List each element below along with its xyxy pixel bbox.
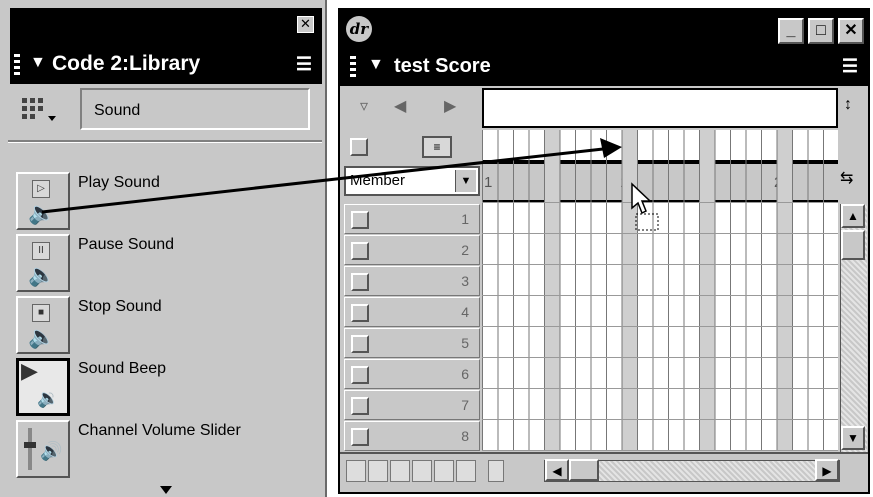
scroll-left-icon[interactable]: ◀ [545, 459, 569, 481]
sprite-channel-8[interactable]: 8 [344, 421, 480, 451]
play-sound-icon[interactable]: ▷ 🔈 [16, 172, 70, 230]
sprite-channel-3[interactable]: 3 [344, 266, 480, 296]
frame-ruler[interactable]: 1 5 10 15 20 [482, 162, 838, 202]
behavior-sound-beep[interactable]: ▶ 🔉 Sound Beep [10, 358, 322, 418]
playhead[interactable] [624, 130, 638, 160]
marker-menu-icon[interactable]: ▿ [360, 96, 368, 116]
vertical-scrollbar[interactable]: ▲ ▼ [840, 204, 867, 452]
category-select[interactable]: Sound [80, 88, 310, 130]
sprite-channel-5[interactable]: 5 [344, 328, 480, 358]
score-bottom-bar: ◀ ▶ [340, 452, 868, 488]
divider [8, 140, 322, 143]
maximize-button[interactable]: □ [808, 18, 834, 44]
color-cell[interactable] [368, 460, 388, 482]
score-nav-controls: ▿ ◀ ▶ [340, 86, 480, 130]
minimize-button[interactable]: _ [778, 18, 804, 44]
expand-channels-icon[interactable]: ↕ [844, 96, 852, 114]
view-grid-icon[interactable] [22, 98, 56, 124]
script-channel-row: ≡ [340, 130, 480, 162]
frame-number: 15 [698, 174, 715, 191]
behavior-label: Pause Sound [78, 236, 175, 253]
score-header[interactable]: ▼ test Score ☰ [340, 50, 868, 86]
pause-sound-icon[interactable]: II 🔈 [16, 234, 70, 292]
close-button[interactable]: ✕ [838, 18, 864, 44]
scroll-thumb[interactable] [841, 230, 865, 260]
dropdown-arrow-icon[interactable]: ▼ [455, 170, 476, 192]
scroll-up-icon[interactable]: ▲ [841, 204, 865, 228]
director-logo-icon: dr [346, 16, 372, 42]
sprite-channel-1[interactable]: 1 [344, 204, 480, 234]
scroll-thumb[interactable] [569, 459, 599, 481]
scroll-right-icon[interactable]: ▶ [815, 459, 839, 481]
display-select[interactable]: Member ▼ [344, 166, 480, 196]
sound-beep-icon[interactable]: ▶ 🔉 [16, 358, 70, 416]
library-header[interactable]: ▼ Code 2:Library ☰ [10, 48, 322, 84]
frame-number: 5 [544, 174, 553, 191]
score-title: test Score [394, 55, 491, 77]
collapse-triangle-icon[interactable]: ▼ [30, 54, 46, 72]
color-cell[interactable] [346, 460, 366, 482]
sprite-channel-4[interactable]: 4 [344, 297, 480, 327]
scroll-down-icon[interactable] [160, 486, 172, 494]
panel-menu-icon[interactable]: ☰ [842, 56, 858, 77]
marker-channel[interactable] [482, 88, 838, 128]
drag-grip-icon[interactable] [14, 54, 20, 78]
color-cell[interactable] [412, 460, 432, 482]
script-channel-icon: ≡ [422, 136, 452, 158]
close-icon[interactable]: ✕ [297, 16, 314, 33]
behavior-label: Sound Beep [78, 360, 167, 377]
sprite-grid[interactable] [482, 202, 838, 450]
prev-marker-icon[interactable]: ◀ [394, 96, 406, 116]
sprite-channel-2[interactable]: 2 [344, 235, 480, 265]
behavior-pause-sound[interactable]: II 🔈 Pause Sound [10, 234, 322, 294]
scroll-down-icon[interactable]: ▼ [841, 426, 865, 450]
script-channel-cells[interactable] [482, 130, 838, 162]
color-cell[interactable] [456, 460, 476, 482]
horizontal-scrollbar[interactable]: ◀ ▶ [544, 459, 840, 482]
library-topbar: ✕ [10, 8, 322, 48]
library-panel: ✕ ▼ Code 2:Library ☰ Sound ▷ 🔈 Play Soun… [0, 0, 327, 497]
color-cell[interactable] [390, 460, 410, 482]
behavior-stop-sound[interactable]: ■ 🔈 Stop Sound [10, 296, 322, 356]
stop-sound-icon[interactable]: ■ 🔈 [16, 296, 70, 354]
behavior-label: Channel Volume Slider [78, 422, 241, 439]
zoom-frames-icon[interactable]: ⇆ [840, 168, 853, 188]
frame-number: 20 [774, 174, 791, 191]
split-handle-icon[interactable] [488, 460, 504, 482]
channel-toggle[interactable] [350, 138, 368, 156]
drag-grip-icon[interactable] [350, 56, 356, 80]
score-window: dr _ □ ✕ ▼ test Score ☰ ▿ ◀ ▶ ↕ ≡ Member… [338, 8, 870, 494]
playhead-column [624, 164, 638, 200]
behavior-label: Play Sound [78, 174, 160, 191]
panel-menu-icon[interactable]: ☰ [296, 54, 312, 75]
window-titlebar[interactable]: dr _ □ ✕ [340, 10, 868, 50]
color-cell[interactable] [434, 460, 454, 482]
behavior-play-sound[interactable]: ▷ 🔈 Play Sound [10, 172, 322, 232]
volume-slider-icon[interactable]: 🔊 [16, 420, 70, 478]
frame-number: 1 [484, 174, 493, 191]
behavior-label: Stop Sound [78, 298, 162, 315]
collapse-triangle-icon[interactable]: ▼ [368, 56, 384, 74]
next-marker-icon[interactable]: ▶ [444, 96, 456, 116]
behavior-channel-volume-slider[interactable]: 🔊 Channel Volume Slider [10, 420, 322, 480]
sprite-channel-7[interactable]: 7 [344, 390, 480, 420]
library-title: Code 2:Library [52, 52, 201, 75]
sprite-channel-6[interactable]: 6 [344, 359, 480, 389]
